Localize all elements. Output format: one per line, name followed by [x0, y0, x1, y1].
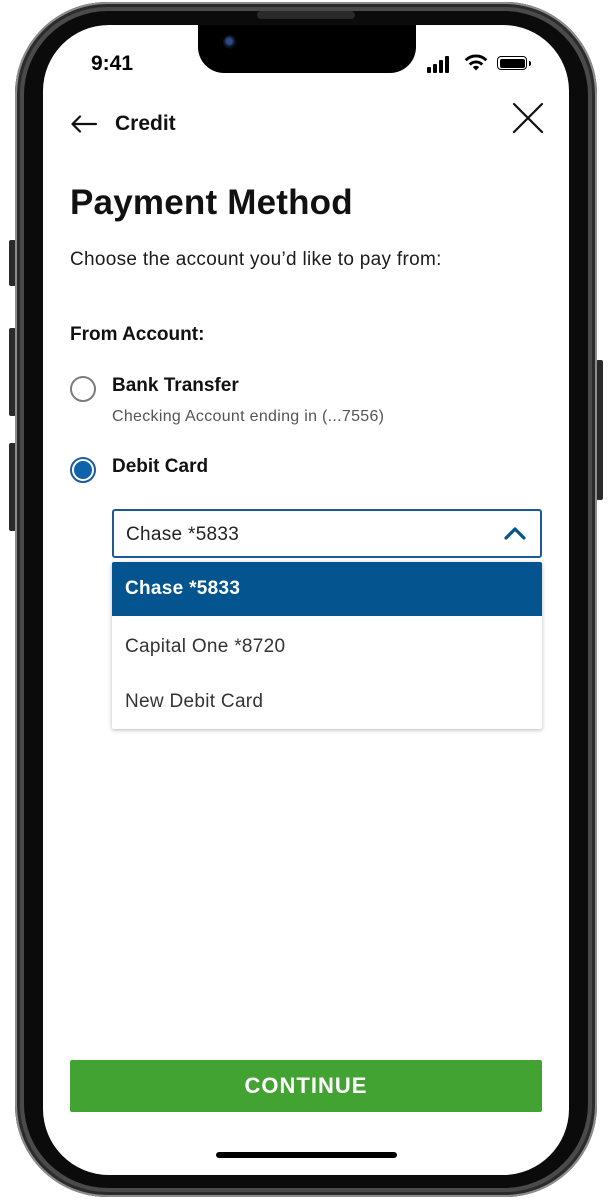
close-icon[interactable] — [511, 101, 545, 135]
card-select[interactable]: Chase *5833 — [112, 509, 542, 558]
side-button-power — [596, 360, 603, 500]
back-label: Credit — [115, 112, 176, 135]
speaker-slot — [257, 11, 355, 19]
option-sublabel: Checking Account ending in (...7556) — [112, 408, 385, 425]
back-button[interactable]: Credit — [69, 109, 176, 139]
dropdown-item-capital-one[interactable]: Capital One *8720 — [112, 620, 542, 674]
continue-label: CONTINUE — [244, 1073, 368, 1098]
dropdown-item-new-debit-card[interactable]: New Debit Card — [112, 675, 542, 729]
chevron-up-icon — [504, 527, 526, 540]
dropdown-item-chase[interactable]: Chase *5833 — [112, 562, 542, 616]
screen: 9:41 Credit Payment Method Choose the ac… — [43, 25, 569, 1175]
status-icons — [427, 53, 535, 75]
dropdown-item-label: New Debit Card — [125, 691, 264, 712]
home-indicator[interactable] — [216, 1152, 397, 1158]
card-dropdown-menu: Chase *5833 Capital One *8720 New Debit … — [112, 562, 542, 729]
status-time: 9:41 — [91, 52, 134, 75]
option-label: Bank Transfer — [112, 375, 239, 396]
from-account-label: From Account: — [70, 324, 205, 345]
wifi-icon — [464, 54, 488, 71]
dropdown-item-label: Capital One *8720 — [125, 636, 286, 657]
notch — [198, 25, 416, 73]
dropdown-item-label: Chase *5833 — [125, 578, 241, 599]
front-camera — [223, 35, 237, 49]
battery-icon — [497, 56, 531, 70]
card-select-value: Chase *5833 — [126, 524, 240, 545]
page-subtitle: Choose the account you’d like to pay fro… — [70, 249, 442, 270]
page-title: Payment Method — [70, 183, 353, 222]
radio-debit-card[interactable] — [70, 457, 96, 483]
arrow-left-icon — [71, 115, 98, 133]
option-label: Debit Card — [112, 456, 209, 477]
continue-button[interactable]: CONTINUE — [70, 1060, 542, 1112]
radio-bank-transfer[interactable] — [70, 376, 96, 402]
